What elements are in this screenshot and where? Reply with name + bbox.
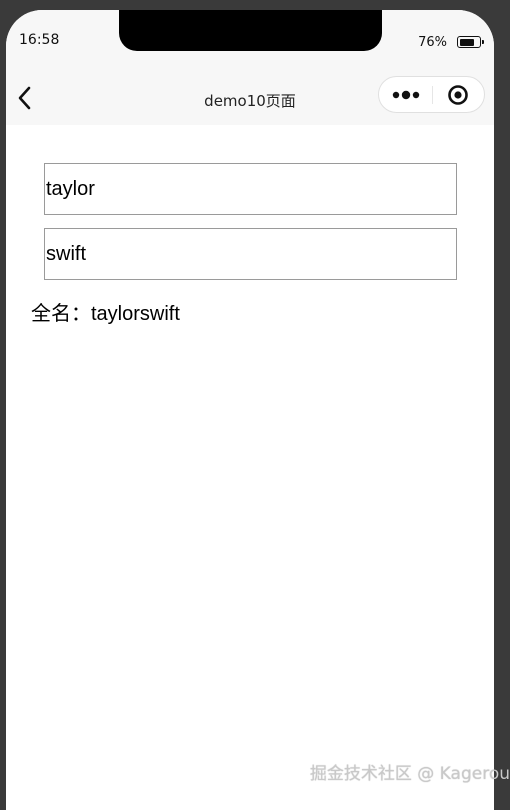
navigation-bar: demo10页面 [6, 62, 494, 125]
full-name-label: 全名： [31, 303, 91, 325]
first-name-field[interactable] [44, 163, 457, 215]
watermark: 掘金技术社区 @ Kagerou [310, 759, 510, 784]
last-name-field[interactable] [44, 228, 457, 280]
battery-percent: 76% [418, 35, 447, 50]
status-time: 16:58 [19, 32, 59, 48]
target-circle-icon [447, 84, 469, 106]
mini-program-capsule [378, 76, 485, 113]
status-bar: 16:58 76% [6, 10, 494, 62]
device-notch [119, 10, 382, 51]
first-name-input[interactable] [45, 164, 456, 214]
last-name-input[interactable] [45, 229, 456, 279]
capsule-divider [432, 86, 433, 104]
more-button[interactable] [391, 85, 423, 105]
full-name-display: 全名：taylorswift [31, 297, 180, 326]
phone-screen: 16:58 76% demo10页面 [6, 10, 494, 810]
page-content: 全名：taylorswift [6, 125, 494, 810]
close-button[interactable] [447, 84, 469, 106]
more-dots-icon [391, 85, 423, 105]
battery-icon [457, 36, 484, 48]
full-name-value: taylorswift [91, 303, 180, 325]
